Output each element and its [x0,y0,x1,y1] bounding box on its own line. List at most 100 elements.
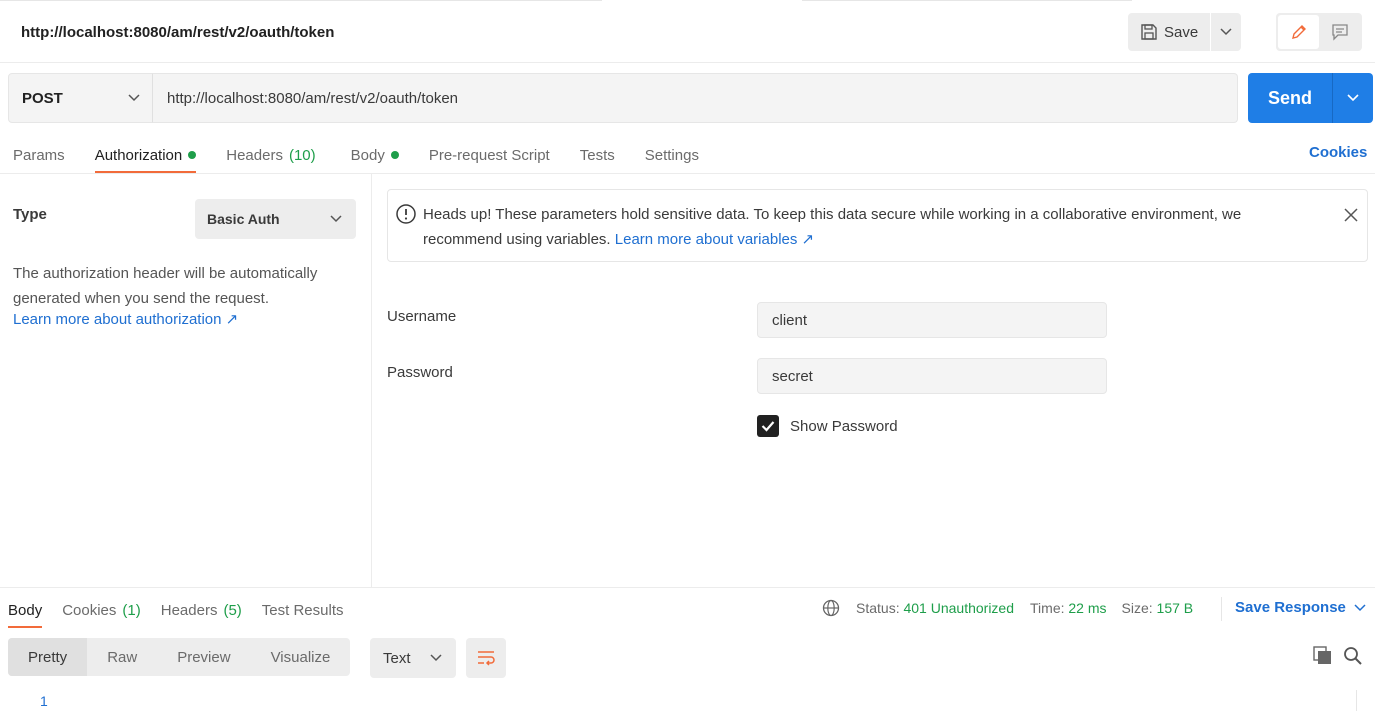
show-password-label: Show Password [790,417,898,435]
tab-count: (1) [122,601,141,619]
password-input[interactable]: secret [757,358,1107,394]
tab-pre-request-script[interactable]: Pre-request Script [429,137,550,173]
chevron-down-icon [330,215,342,223]
time-value[interactable]: 22 ms [1068,600,1106,616]
modified-dot [390,151,399,159]
warning-message: Heads up! These parameters hold sensitiv… [423,202,1323,252]
tab-label: Authorization [94,146,183,164]
format-raw[interactable]: Raw [87,638,157,676]
method-value: POST [22,89,63,107]
cookies-link[interactable]: Cookies [1309,144,1367,161]
password-label: Password [387,364,453,381]
tab-label: Body [8,601,43,619]
divider [0,173,1375,174]
tab-body[interactable]: Body [351,137,399,173]
divider [0,587,1375,588]
language-value: Text [383,649,411,667]
divider [0,62,1375,63]
tab-label: Tests [579,146,615,164]
learn-more-authorization-link[interactable]: Learn more about authorization ↗ [13,310,238,328]
show-password-checkbox[interactable]: Show Password [757,415,898,437]
tab-label: Headers [160,601,218,619]
send-button-group: Send [1248,73,1373,123]
tab-label: Cookies [62,601,117,619]
tab-label: Body [350,146,385,164]
learn-more-variables-link[interactable]: Learn more about variables ↗ [615,231,814,248]
language-select[interactable]: Text [370,638,456,678]
format-pretty[interactable]: Pretty [8,638,88,676]
save-options-button[interactable] [1211,13,1241,51]
checkbox-checked[interactable] [757,415,779,437]
sensitive-data-warning: Heads up! These parameters hold sensitiv… [387,189,1368,262]
auth-type-label: Type [13,206,47,223]
line-number: 1 [40,693,48,709]
globe-icon[interactable] [822,599,840,617]
search-icon[interactable] [1343,646,1363,666]
chevron-down-icon [128,94,140,102]
response-tab-test-results[interactable]: Test Results [262,592,344,628]
close-icon[interactable] [1343,207,1359,223]
username-label: Username [387,308,457,325]
chevron-down-icon [430,654,442,662]
request-title: http://localhost:8080/am/rest/v2/oauth/t… [21,24,335,41]
format-preview[interactable]: Preview [157,638,250,676]
response-format-group: Pretty Raw Preview Visualize [8,638,351,676]
info-icon [396,204,416,224]
save-label: Save [1164,23,1199,41]
divider [1221,597,1222,621]
panel-divider[interactable] [371,174,372,587]
time-label: Time: [1030,600,1065,616]
tab-params[interactable]: Params [13,137,65,173]
save-icon [1141,24,1157,40]
comments-button[interactable] [1319,15,1360,49]
username-input[interactable]: client [757,302,1107,338]
checkmark-icon [761,421,775,432]
auth-description: The authorization header will be automat… [13,265,318,307]
edit-mode-button[interactable] [1278,15,1319,49]
pencil-icon [1291,25,1306,39]
response-meta: Status: 401 Unauthorized Time: 22 ms Siz… [822,599,1193,617]
method-select[interactable]: POST [8,73,153,123]
response-tab-cookies[interactable]: Cookies (1) [62,592,141,628]
format-visualize[interactable]: Visualize [251,638,351,676]
comment-icon [1331,24,1348,41]
chevron-down-icon [1347,94,1359,102]
tab-tests[interactable]: Tests [580,137,615,173]
tab-count: (10) [288,146,316,164]
send-options-button[interactable] [1333,73,1373,123]
username-value: client [772,311,808,329]
top-tab-strip [0,0,1375,3]
send-button[interactable]: Send [1248,73,1333,123]
response-tab-body[interactable]: Body [8,592,43,628]
chevron-down-icon [1220,28,1232,36]
tab-headers[interactable]: Headers (10) [226,137,315,173]
wrap-lines-button[interactable] [466,638,506,678]
tab-label: Settings [644,146,699,164]
response-tabs: Body Cookies (1) Headers (5) Test Results [8,592,364,628]
save-button-group: Save [1128,13,1242,51]
url-value: http://localhost:8080/am/rest/v2/oauth/t… [167,89,459,107]
save-button[interactable]: Save [1128,13,1212,51]
tab-label: Params [13,146,65,164]
tab-label: Pre-request Script [428,146,550,164]
save-response-button[interactable]: Save Response [1235,599,1366,616]
request-tabs: Params Authorization Headers (10) Body Pr… [13,137,699,173]
tab-count: (5) [223,601,242,619]
scrollbar[interactable] [1356,690,1375,711]
view-mode-toggle [1276,13,1362,51]
tab-settings[interactable]: Settings [645,137,699,173]
size-value[interactable]: 157 B [1157,600,1194,616]
auth-type-select[interactable]: Basic Auth [195,199,356,239]
chevron-down-icon [1354,603,1366,611]
response-tab-headers[interactable]: Headers (5) [161,592,242,628]
wrap-icon [478,651,495,666]
password-value: secret [772,367,813,385]
copy-icon[interactable] [1313,646,1333,666]
tab-label: Test Results [261,601,344,619]
status-value[interactable]: 401 Unauthorized [903,600,1014,616]
size-label: Size: [1121,600,1153,616]
auth-type-value: Basic Auth [207,211,280,227]
tab-authorization[interactable]: Authorization [94,137,197,173]
save-response-label: Save Response [1235,599,1346,616]
url-input[interactable]: http://localhost:8080/am/rest/v2/oauth/t… [152,73,1238,123]
